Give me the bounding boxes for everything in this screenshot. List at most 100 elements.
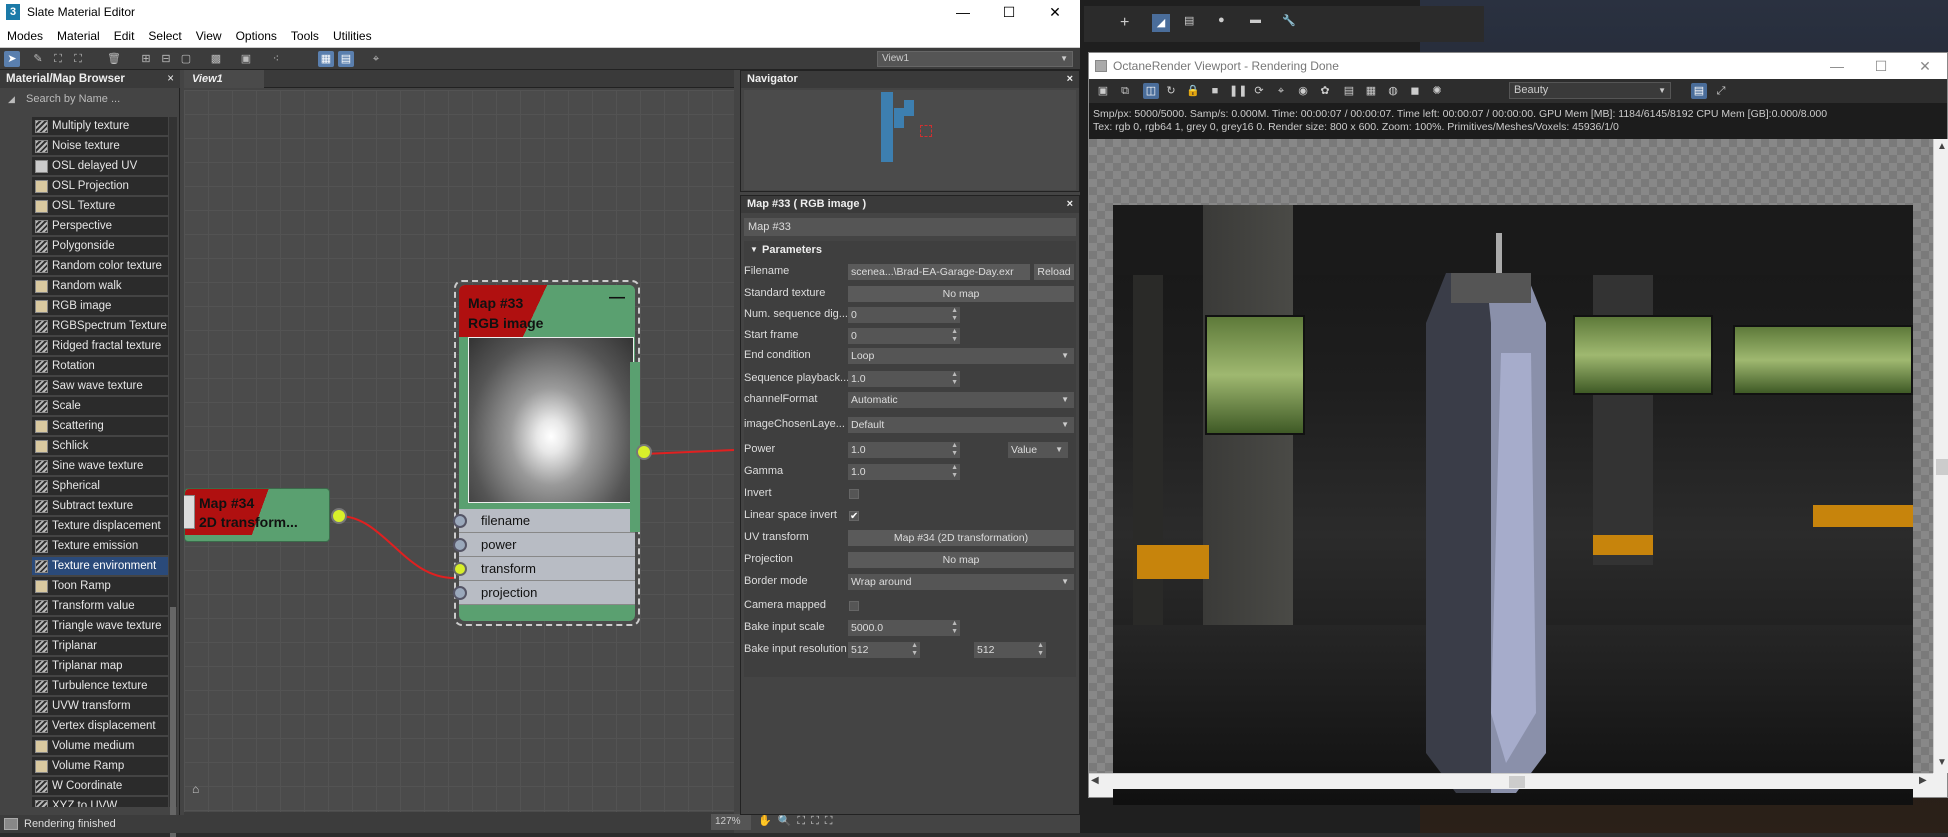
save-render-icon[interactable]: ▣	[1095, 83, 1111, 99]
scroll-left-icon[interactable]: ◀	[1091, 775, 1099, 786]
hierarchy-icon[interactable]: ▤	[1184, 14, 1194, 27]
close-icon[interactable]: ×	[1067, 71, 1073, 88]
view-selector-dropdown[interactable]: View1 ▼	[877, 51, 1073, 67]
settings-icon[interactable]: ▤	[1341, 83, 1357, 99]
menu-material[interactable]: Material	[50, 24, 107, 48]
bake-input-scale-spinner[interactable]: 5000.0 ▲ ▼	[848, 620, 960, 636]
put-to-scene-icon[interactable]: ⛶	[50, 51, 66, 67]
layers-icon[interactable]: ▤	[1691, 83, 1707, 99]
camera-icon[interactable]: ◼	[1407, 83, 1423, 99]
delete-icon[interactable]: 🗑	[106, 51, 122, 67]
spinner-arrows-icon[interactable]: ▲ ▼	[951, 620, 958, 636]
browser-item[interactable]: Toon Ramp	[32, 577, 168, 596]
region-render-icon[interactable]: ◫	[1143, 83, 1159, 99]
minimize-button[interactable]: —	[1815, 53, 1859, 79]
browser-item[interactable]: Turbulence texture	[32, 677, 168, 696]
pick-material-icon[interactable]: ✎	[30, 51, 46, 67]
display-icon[interactable]: ▬	[1250, 14, 1261, 26]
browser-item[interactable]: Subtract texture	[32, 497, 168, 516]
close-icon[interactable]: ×	[167, 70, 174, 88]
browser-item[interactable]: Perspective	[32, 217, 168, 236]
browser-item[interactable]: Triplanar	[32, 637, 168, 656]
browser-scrollbar[interactable]	[169, 117, 177, 837]
select-tool-icon[interactable]: ➤	[4, 51, 20, 67]
node-map-34[interactable]: Map #34 2D transform...	[184, 488, 330, 542]
reload-button[interactable]: Reload	[1034, 264, 1074, 280]
gear-icon[interactable]: ✺	[1429, 83, 1445, 99]
scroll-down-icon[interactable]: ▼	[1937, 757, 1947, 768]
background-icon[interactable]: ▩	[208, 51, 224, 67]
slot-power[interactable]: power	[453, 533, 635, 557]
browser-item[interactable]: Schlick	[32, 437, 168, 456]
copy-icon[interactable]: ⧉	[1117, 83, 1133, 99]
browser-item[interactable]: Texture environment	[32, 557, 168, 576]
close-button[interactable]: ✕	[1032, 0, 1078, 24]
browser-search-input[interactable]: ◢ Search by Name ...	[4, 90, 176, 108]
rollout-header[interactable]: ▼ Parameters	[744, 241, 1076, 259]
browser-item[interactable]: Ridged fractal texture	[32, 337, 168, 356]
slot-transform[interactable]: transform	[453, 557, 635, 581]
parameter-editor-toggle-icon[interactable]: ▤	[338, 51, 354, 67]
input-port[interactable]	[453, 562, 467, 576]
browser-item[interactable]: Transform value	[32, 597, 168, 616]
minimize-button[interactable]: —	[940, 0, 986, 24]
menu-tools[interactable]: Tools	[284, 24, 326, 48]
power-spinner[interactable]: 1.0 ▲ ▼	[848, 442, 960, 458]
maximize-button[interactable]: ☐	[1859, 53, 1903, 79]
material-picker-icon[interactable]: ✿	[1317, 83, 1333, 99]
browser-item[interactable]: Multiply texture	[32, 117, 168, 136]
focus-picker-icon[interactable]: ⌖	[1273, 83, 1289, 99]
maximize-button[interactable]: ☐	[986, 0, 1032, 24]
close-button[interactable]: ✕	[1903, 53, 1947, 79]
browser-item[interactable]: Volume medium	[32, 737, 168, 756]
browser-item[interactable]: Vertex displacement	[32, 717, 168, 736]
create-icon[interactable]: +	[1120, 14, 1129, 32]
menu-utilities[interactable]: Utilities	[326, 24, 379, 48]
bake-res-y-spinner[interactable]: 512 ▲ ▼	[974, 642, 1046, 658]
lock-icon[interactable]: 🔒	[1185, 83, 1201, 99]
move-children-icon[interactable]: ⊞	[138, 51, 154, 67]
filename-button[interactable]: scenea...\Brad-EA-Garage-Day.exr	[848, 264, 1030, 280]
camera-mapped-checkbox[interactable]	[849, 601, 859, 611]
uv-transform-button[interactable]: Map #34 (2D transformation)	[848, 530, 1074, 546]
pan-icon[interactable]: ⌂	[192, 782, 208, 798]
start-frame-spinner[interactable]: 0 ▲ ▼	[848, 328, 960, 344]
standard-texture-button[interactable]: No map	[848, 286, 1074, 302]
minimap-viewport[interactable]	[920, 125, 932, 137]
navigator-minimap[interactable]	[744, 90, 1076, 190]
slot-projection[interactable]: projection	[453, 581, 635, 605]
browser-item[interactable]: OSL delayed UV	[32, 157, 168, 176]
spinner-arrows-icon[interactable]: ▲ ▼	[911, 642, 918, 658]
spinner-arrows-icon[interactable]: ▲ ▼	[951, 328, 958, 344]
node-map-33[interactable]: Map #33 RGB image — filename power trans…	[453, 280, 640, 626]
browser-item[interactable]: XYZ to UVW	[32, 797, 168, 807]
assign-material-icon[interactable]: ⛶	[70, 51, 86, 67]
menu-view[interactable]: View	[189, 24, 229, 48]
zoom-level[interactable]: 127%	[711, 814, 751, 830]
browser-item[interactable]: Saw wave texture	[32, 377, 168, 396]
browser-item[interactable]: Scale	[32, 397, 168, 416]
vertical-scrollbar[interactable]: ▲ ▼	[1933, 139, 1948, 773]
show-map-icon[interactable]: ▢	[178, 51, 194, 67]
minimize-node-icon[interactable]: —	[609, 289, 625, 307]
channel-format-dropdown[interactable]: Automatic ▼	[848, 392, 1074, 408]
collapse-icon[interactable]: ◢	[8, 90, 15, 108]
scrollbar-thumb[interactable]	[170, 607, 176, 837]
render-pass-dropdown[interactable]: Beauty ▼	[1509, 82, 1671, 99]
spinner-arrows-icon[interactable]: ▲ ▼	[951, 464, 958, 480]
hide-slots-icon[interactable]: ⊟	[158, 51, 174, 67]
browser-item[interactable]: RGBSpectrum Texture	[32, 317, 168, 336]
modify-icon[interactable]: ◢	[1152, 14, 1170, 32]
browser-item[interactable]: Volume Ramp	[32, 757, 168, 776]
num-sequence-spinner[interactable]: 0 ▲ ▼	[848, 307, 960, 323]
browser-item[interactable]: Noise texture	[32, 137, 168, 156]
browser-item[interactable]: Triangle wave texture	[32, 617, 168, 636]
browser-item[interactable]: Random walk	[32, 277, 168, 296]
input-port[interactable]	[453, 586, 467, 600]
browser-item[interactable]: OSL Texture	[32, 197, 168, 216]
node-view-canvas[interactable]: Map #34 2D transform... Map #33 RGB imag…	[184, 90, 734, 812]
color-picker-icon[interactable]: ◉	[1295, 83, 1311, 99]
view-navigation-icons[interactable]: ✋🔍⛶⛶⛶	[758, 814, 839, 828]
browser-item[interactable]: Texture emission	[32, 537, 168, 556]
render-viewport[interactable]	[1089, 139, 1933, 805]
